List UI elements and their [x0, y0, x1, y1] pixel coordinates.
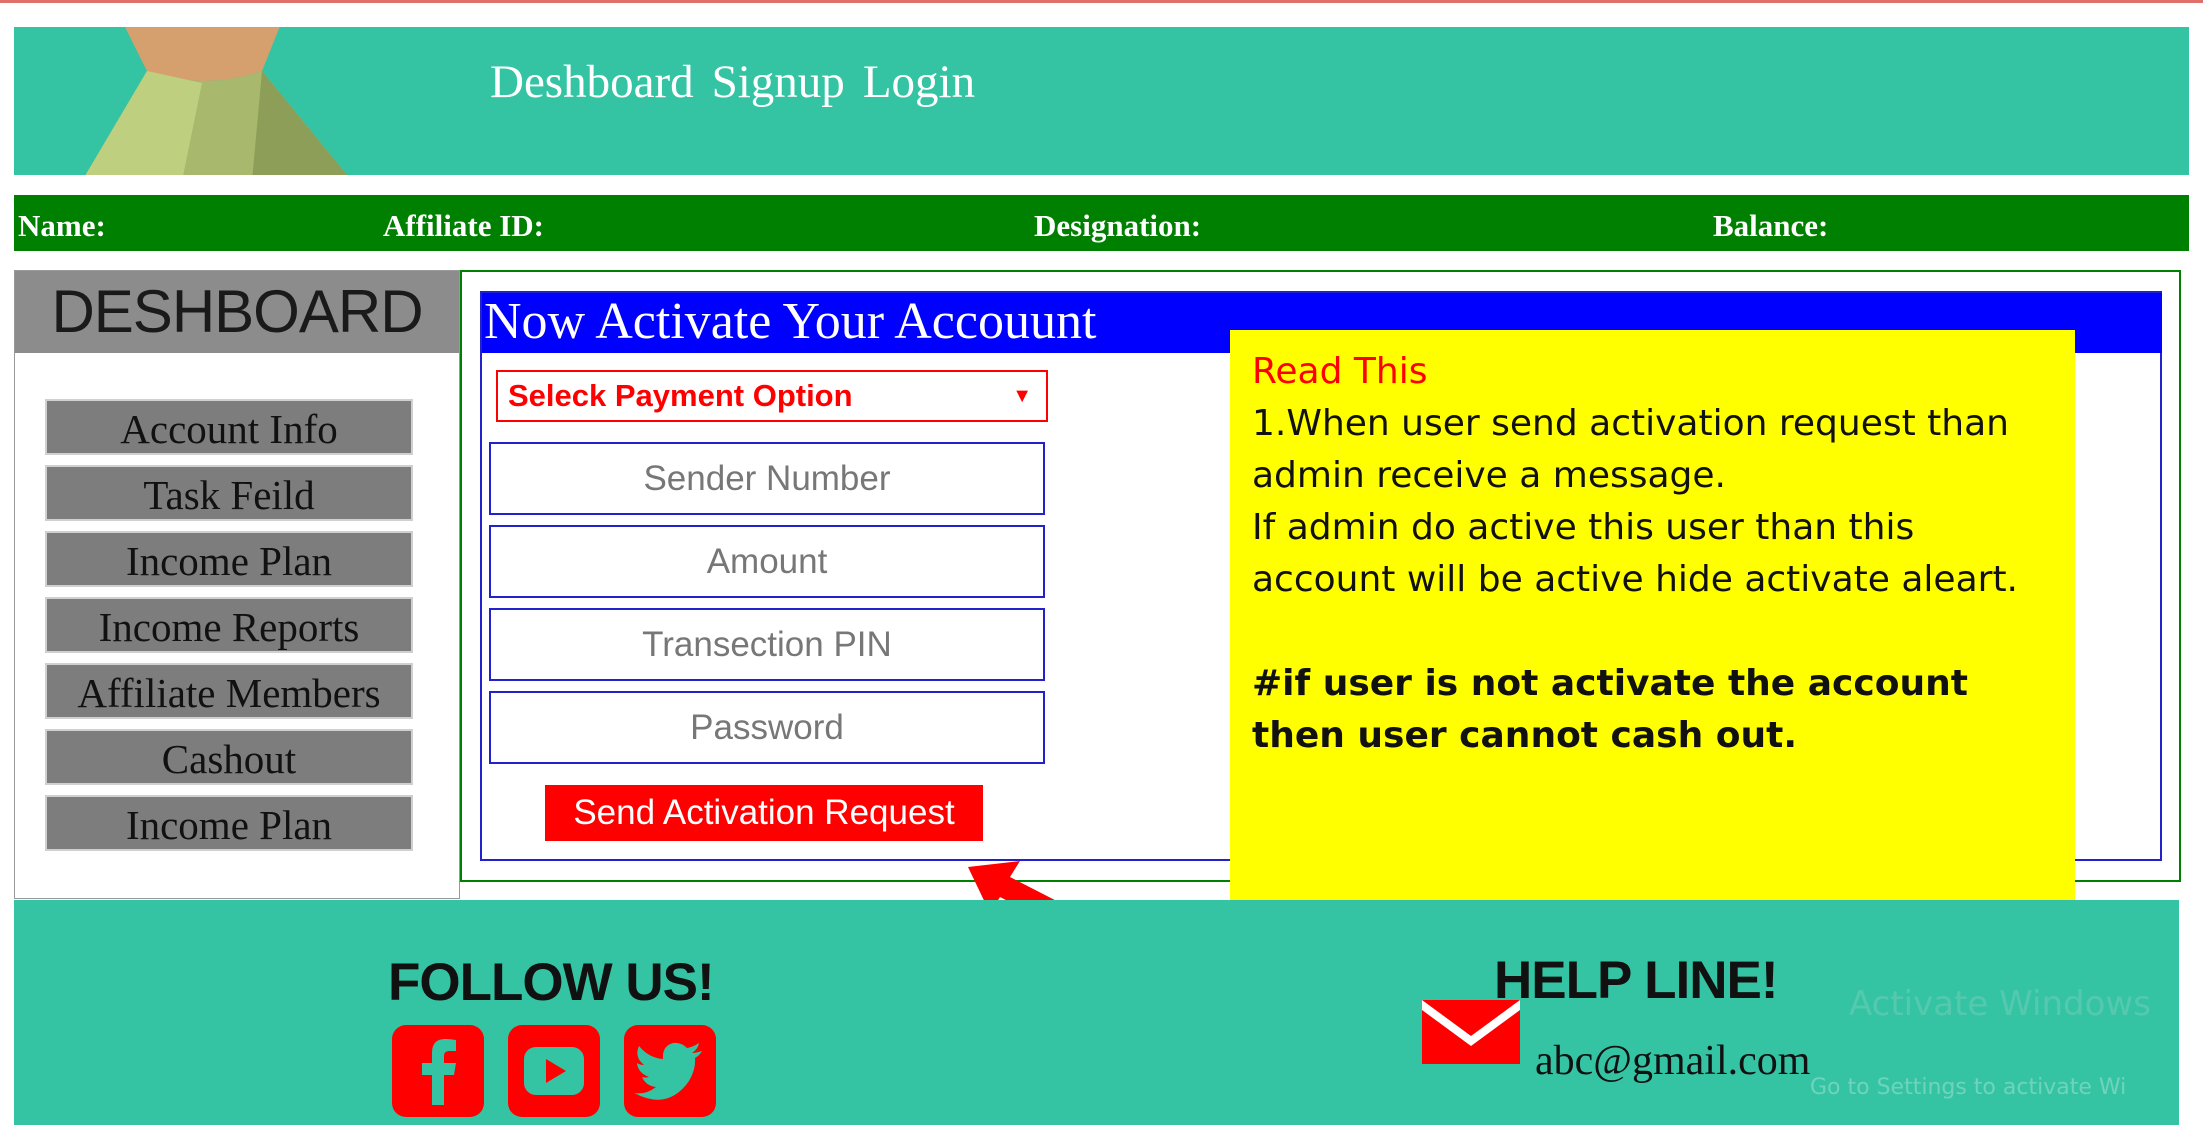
help-email[interactable]: abc@gmail.com [1535, 1037, 1810, 1085]
sidebar-item-affiliate-members[interactable]: Affiliate Members [45, 663, 413, 719]
facebook-icon[interactable] [392, 1025, 484, 1117]
sidebar-item-income-plan-2[interactable]: Income Plan [45, 795, 413, 851]
affiliate-id-label: Affiliate ID: [383, 208, 544, 243]
payment-option-value: Seleck Payment Option [508, 378, 853, 413]
top-nav: Deshboard Signup Login [490, 55, 975, 109]
site-header: Deshboard Signup Login [14, 27, 2189, 175]
amount-input[interactable]: Amount [489, 525, 1045, 598]
name-label: Name: [18, 208, 106, 243]
mail-icon [1422, 1000, 1520, 1064]
nav-login-link[interactable]: Login [863, 55, 975, 109]
password-input[interactable]: Password [489, 691, 1045, 764]
sidebar-item-income-reports[interactable]: Income Reports [45, 597, 413, 653]
transection-pin-input[interactable]: Transection PIN [489, 608, 1045, 681]
twitter-icon[interactable] [624, 1025, 716, 1117]
follow-us-heading: FOLLOW US! [388, 953, 715, 1012]
user-info-bar: Name: Affiliate ID: Designation: Balance… [14, 195, 2189, 251]
help-line-heading: HELP LINE! [1494, 951, 1778, 1010]
note-title: Read This [1252, 351, 1428, 392]
dashboard-sidebar: DESHBOARD Account Info Task Feild Income… [14, 270, 460, 899]
chevron-down-icon: ▼ [1012, 385, 1032, 407]
sidebar-title: DESHBOARD [15, 271, 459, 353]
nav-deshboard-link[interactable]: Deshboard [490, 55, 694, 109]
note-line-1: 1.When user send activation request than… [1252, 403, 2009, 496]
sidebar-item-task-feild[interactable]: Task Feild [45, 465, 413, 521]
windows-activation-watermark-subtext: Go to Settings to activate Wi [1810, 1075, 2127, 1100]
note-line-2: If admin do active this user than this a… [1252, 507, 2019, 600]
youtube-icon[interactable] [508, 1025, 600, 1117]
note-line-3: #if user is not activate the account the… [1252, 663, 1968, 756]
read-this-note: Read This 1.When user send activation re… [1230, 330, 2075, 930]
sidebar-item-income-plan[interactable]: Income Plan [45, 531, 413, 587]
sender-number-input[interactable]: Sender Number [489, 442, 1045, 515]
note-spacer [1252, 606, 2053, 658]
payment-option-select[interactable]: Seleck Payment Option ▼ [496, 370, 1048, 422]
sidebar-item-cashout[interactable]: Cashout [45, 729, 413, 785]
logo-image [85, 27, 348, 175]
windows-activation-watermark: Activate Windows [1849, 984, 2151, 1024]
sidebar-item-account-info[interactable]: Account Info [45, 399, 413, 455]
balance-label: Balance: [1713, 208, 1829, 243]
nav-signup-link[interactable]: Signup [712, 55, 845, 109]
top-border [0, 0, 2203, 3]
send-activation-request-button[interactable]: Send Activation Request [545, 785, 983, 841]
designation-label: Designation: [1034, 208, 1202, 243]
